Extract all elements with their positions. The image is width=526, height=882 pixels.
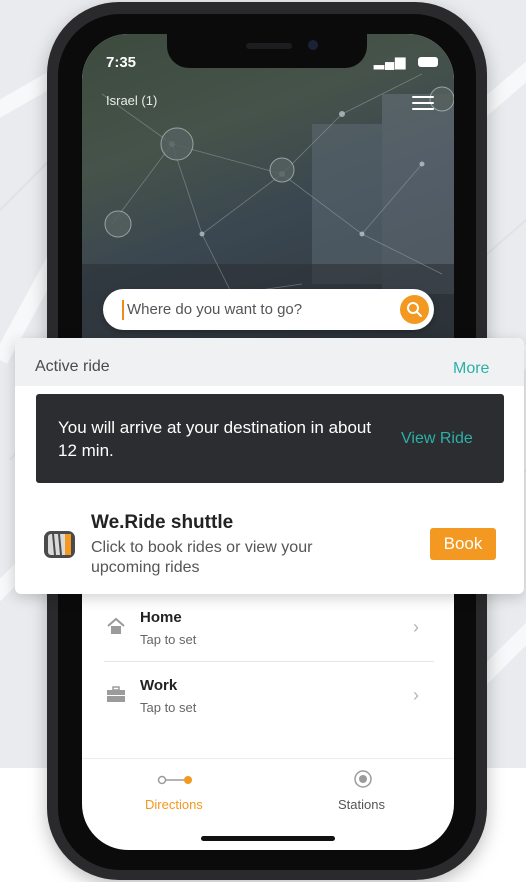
speaker bbox=[246, 43, 292, 49]
place-subtitle: Tap to set bbox=[140, 700, 197, 715]
search-placeholder: Where do you want to go? bbox=[127, 301, 303, 318]
status-time: 7:35 bbox=[106, 54, 137, 71]
camera bbox=[308, 40, 318, 50]
place-title: Home bbox=[140, 609, 182, 626]
tab-label: Stations bbox=[338, 797, 385, 812]
divider bbox=[104, 661, 434, 662]
tab-bar-divider bbox=[82, 758, 454, 759]
stations-icon bbox=[354, 770, 372, 788]
briefcase-icon bbox=[107, 686, 125, 702]
notch bbox=[167, 34, 367, 68]
active-ride-title: Active ride bbox=[35, 358, 110, 375]
menu-icon[interactable] bbox=[412, 96, 434, 112]
search-button[interactable] bbox=[400, 295, 429, 324]
view-ride-link[interactable]: View Ride bbox=[401, 430, 473, 448]
book-button[interactable]: Book bbox=[430, 528, 496, 560]
shuttle-subtitle: Click to book rides or view your upcomin… bbox=[91, 539, 313, 576]
place-title: Work bbox=[140, 677, 178, 694]
card-header: Active ride More bbox=[15, 338, 524, 386]
chevron-right-icon: › bbox=[413, 685, 419, 705]
battery-icon bbox=[418, 57, 438, 67]
region-selector[interactable]: Israel (1) bbox=[106, 93, 157, 108]
arrival-banner: You will arrive at your destination in a… bbox=[36, 394, 504, 483]
shuttle-icon bbox=[44, 531, 75, 558]
tab-label: Directions bbox=[145, 797, 203, 812]
search-icon bbox=[407, 302, 422, 317]
arrival-message: You will arrive at your destination in a… bbox=[58, 418, 372, 460]
home-icon bbox=[107, 617, 125, 634]
directions-icon bbox=[157, 775, 192, 785]
more-link[interactable]: More bbox=[453, 360, 489, 378]
text-caret bbox=[122, 300, 124, 320]
active-ride-card: Active ride More You will arrive at your… bbox=[15, 338, 524, 594]
search-bar[interactable]: Where do you want to go? bbox=[103, 289, 434, 330]
shuttle-title: We.Ride shuttle bbox=[91, 512, 234, 533]
home-indicator[interactable] bbox=[201, 836, 335, 841]
chevron-right-icon: › bbox=[413, 617, 419, 637]
signal-icon: ▂▄▆ bbox=[374, 54, 407, 69]
place-subtitle: Tap to set bbox=[140, 632, 197, 647]
